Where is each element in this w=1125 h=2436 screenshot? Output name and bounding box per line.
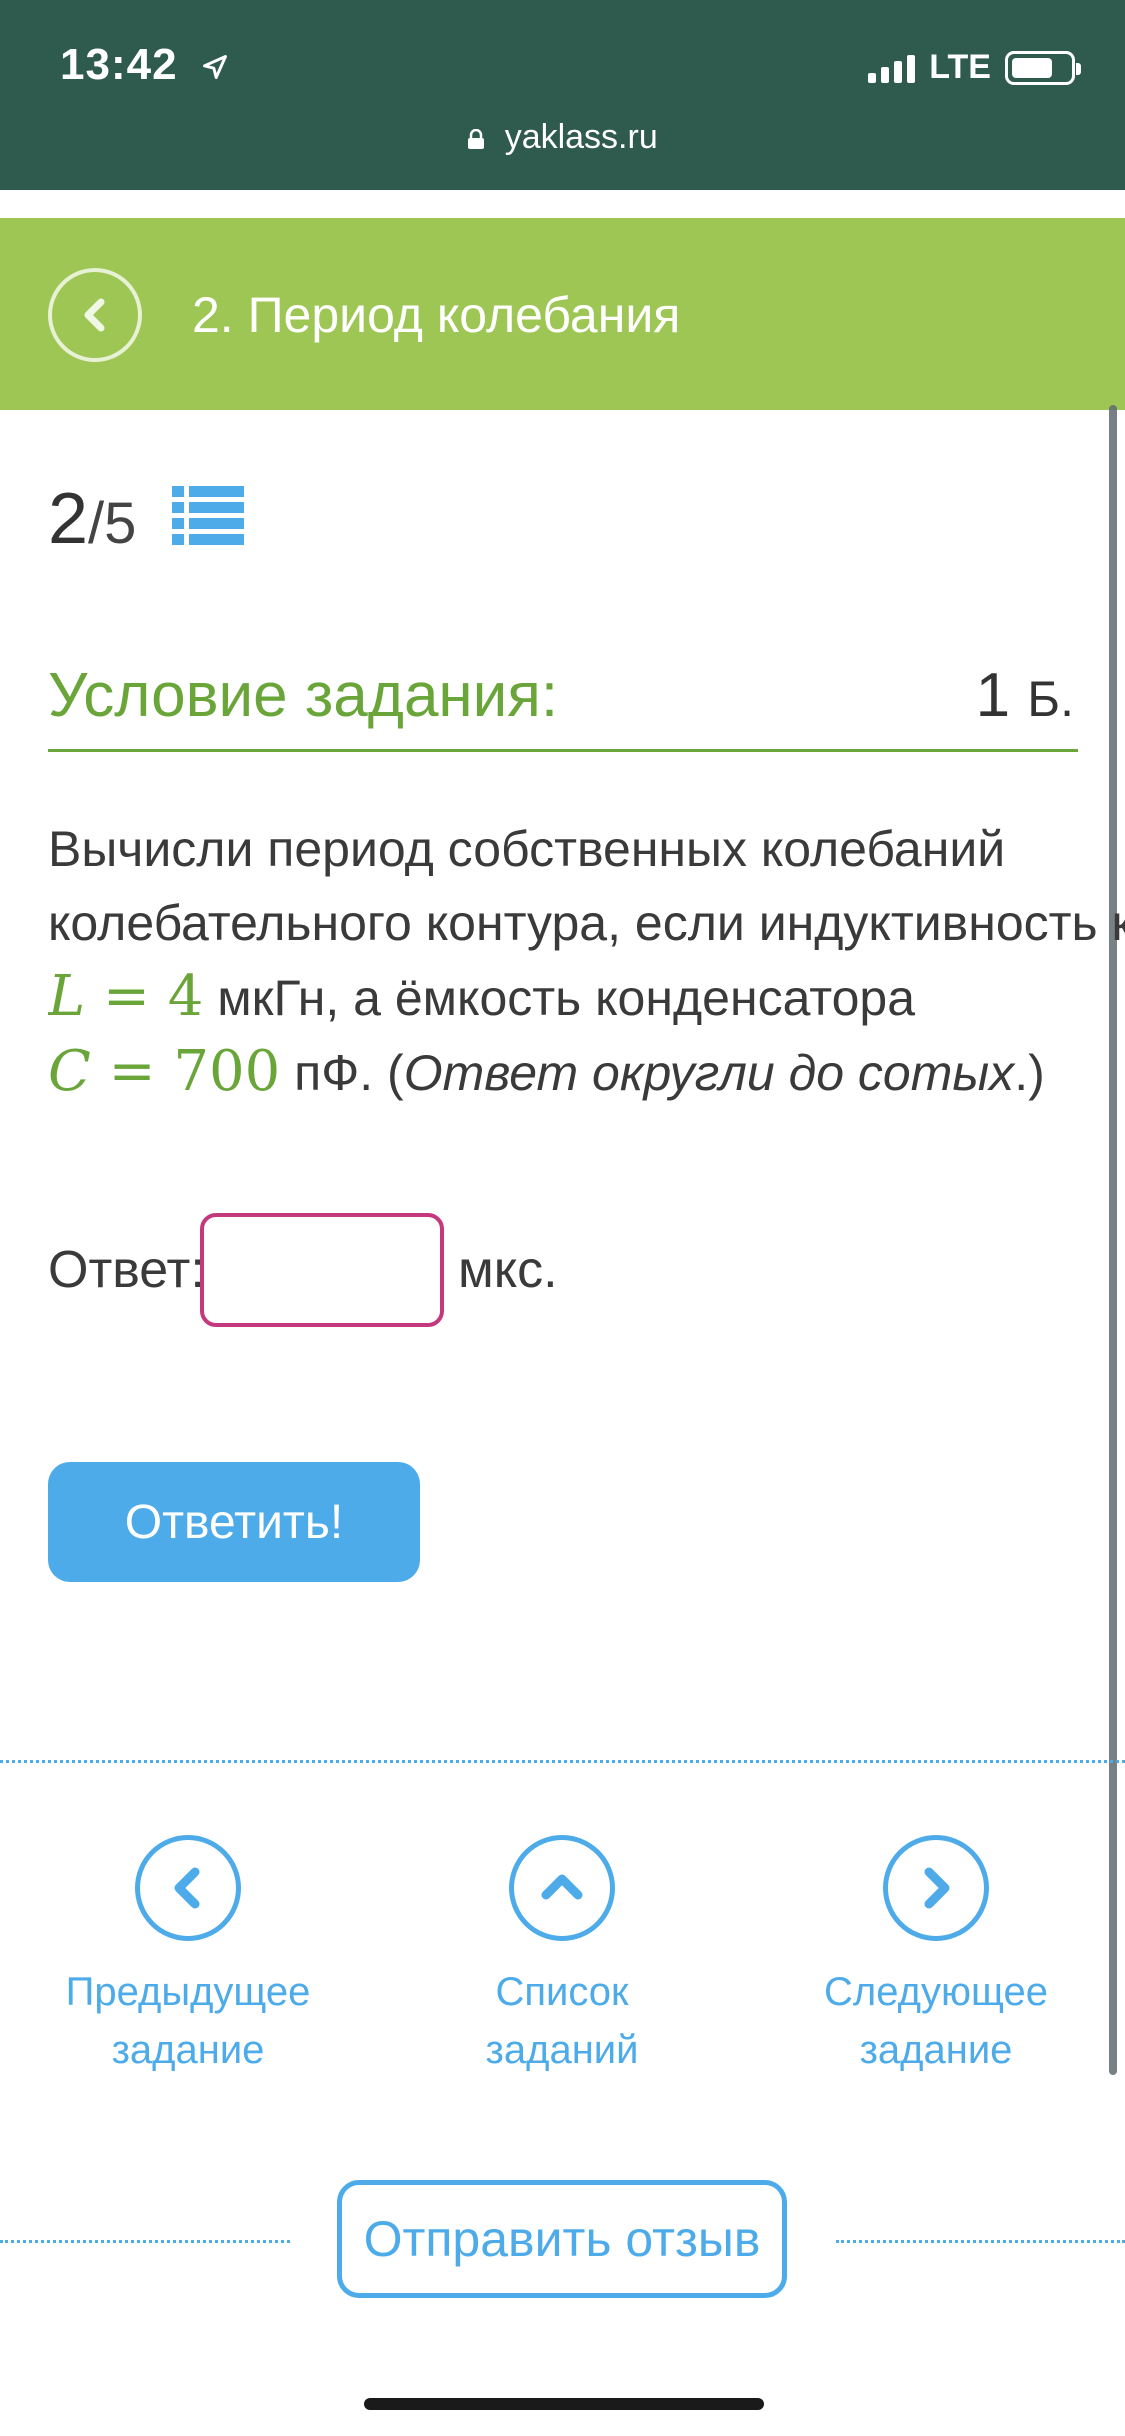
scrollbar[interactable] <box>1109 405 1117 2075</box>
status-time-text: 13:42 <box>60 40 178 89</box>
answer-label: Ответ: <box>48 1241 205 1299</box>
next-task-button[interactable]: Следующее задание <box>766 1835 1106 2079</box>
task-list-button[interactable]: Список заданий <box>392 1835 732 2079</box>
task-counter: 2/5 <box>48 478 136 560</box>
chevron-up-icon <box>541 1874 583 1900</box>
battery-icon <box>1005 50 1081 85</box>
task-text: Вычисли период собственных колебаний кол… <box>48 812 1125 1110</box>
status-time: 13:42 <box>60 40 229 90</box>
task-counter-current: 2 <box>48 479 89 559</box>
status-indicators: LTE <box>868 48 1081 87</box>
task-counter-total: /5 <box>88 491 137 556</box>
task-text-fragment: мкГн, а ёмкость конденсатора <box>203 970 916 1026</box>
answer-unit: мкс. <box>458 1241 558 1299</box>
send-feedback-button[interactable]: Отправить отзыв <box>337 2180 787 2298</box>
next-task-label[interactable]: Следующее задание <box>766 1963 1106 2079</box>
chevron-left-icon <box>84 298 105 332</box>
formula-inductance: L = 4 <box>48 964 204 1029</box>
location-arrow-icon <box>202 55 227 80</box>
task-text-line: колебательного контура, если индуктивнос… <box>48 895 1125 951</box>
lock-icon <box>468 129 485 149</box>
prev-task-button[interactable]: Предыдущее задание <box>18 1835 358 2079</box>
task-text-fragment: пФ. ( <box>280 1045 404 1101</box>
chevron-left-icon <box>174 1867 200 1909</box>
task-list-circle[interactable] <box>509 1835 615 1941</box>
task-condition-title: Условие задания: <box>48 661 559 730</box>
task-points-unit: Б. <box>1027 671 1074 727</box>
topic-header: 2. Период колебания <box>0 218 1125 410</box>
next-task-circle[interactable] <box>883 1835 989 1941</box>
submit-answer-button[interactable]: Ответить! <box>48 1462 420 1582</box>
browser-top-bar: 13:42 LTE yaklass.ru <box>0 0 1125 190</box>
task-points: 1 Б. <box>976 660 1074 731</box>
prev-task-label[interactable]: Предыдущее задание <box>18 1963 358 2079</box>
task-text-fragment: .) <box>1014 1045 1045 1101</box>
network-type: LTE <box>929 48 991 86</box>
chevron-right-icon <box>924 1867 950 1909</box>
task-list-label[interactable]: Список заданий <box>392 1963 732 2079</box>
url-text: yaklass.ru <box>504 118 658 156</box>
task-text-line: C = 700 пФ. (Ответ округли до сотых.) <box>48 1035 1125 1110</box>
back-button[interactable] <box>48 268 142 362</box>
task-points-value: 1 <box>975 661 1011 730</box>
task-hint: Ответ округли до сотых <box>403 1045 1015 1101</box>
task-condition-header: Условие задания: 1 Б. <box>48 660 1078 752</box>
signal-icon <box>868 53 916 83</box>
task-text-line: Вычисли период собственных колебаний <box>48 821 1006 877</box>
page-title: 2. Период колебания <box>192 287 681 343</box>
answer-input[interactable] <box>200 1213 444 1327</box>
formula-capacitance: C = 700 <box>48 1039 281 1104</box>
home-indicator[interactable] <box>364 2398 764 2410</box>
divider <box>0 1760 1125 1763</box>
task-text-line: L = 4 мкГн, а ёмкость конденсатора <box>48 960 1125 1035</box>
url-bar[interactable]: yaklass.ru <box>0 118 1125 157</box>
prev-task-circle[interactable] <box>135 1835 241 1941</box>
divider <box>836 2240 1125 2243</box>
divider <box>0 2240 290 2243</box>
list-icon[interactable] <box>172 484 244 548</box>
